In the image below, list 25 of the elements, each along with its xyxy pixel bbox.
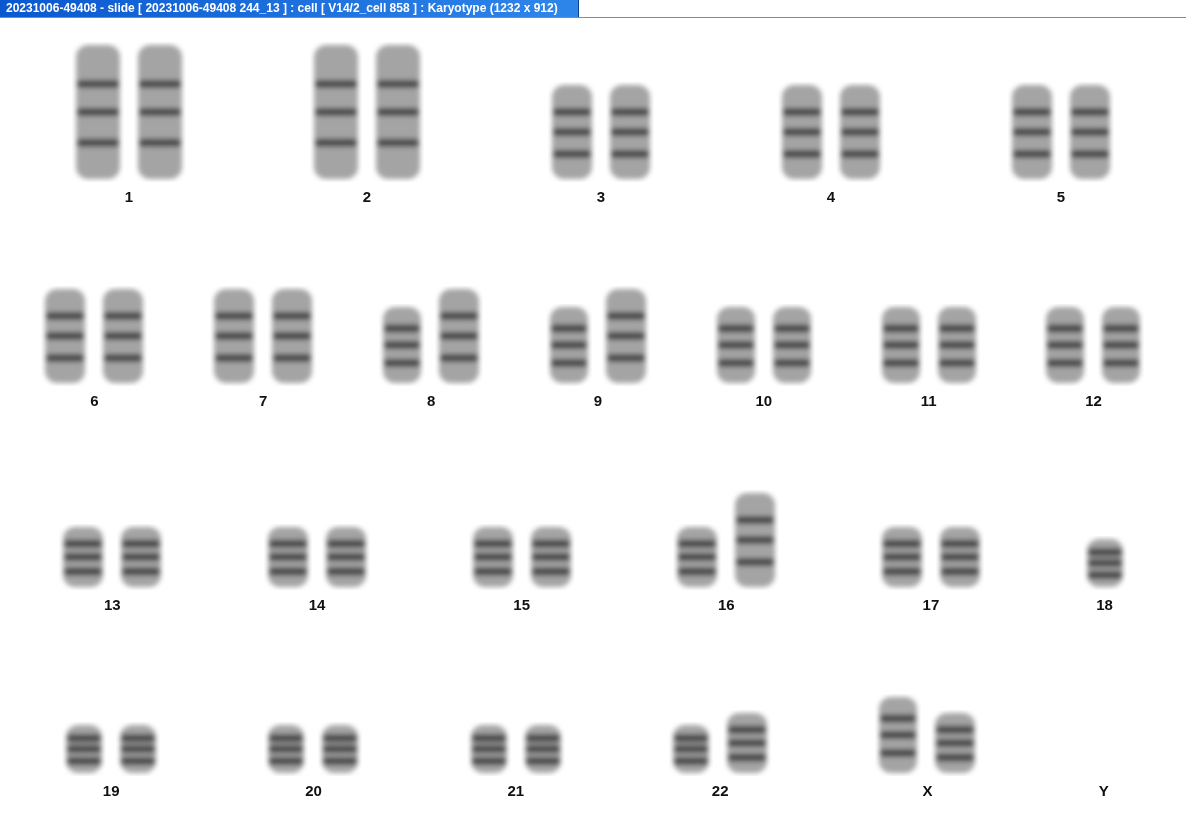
chromosome-number: 10 (755, 392, 773, 410)
chromosome-number: 12 (1085, 392, 1102, 410)
chromosome-number: 11 (920, 392, 937, 410)
chromosome-number: 17 (922, 596, 940, 614)
chromosome-number: 18 (1096, 596, 1113, 614)
chromosome-number: 1 (124, 188, 134, 206)
chromosome-number: 8 (426, 392, 436, 410)
chromosome-number: 21 (507, 782, 525, 800)
chromosome-number: 2 (362, 188, 372, 206)
chromosome-number: 6 (90, 392, 99, 410)
chromosome-number: 9 (593, 392, 603, 410)
chromosome-number: 3 (596, 188, 606, 206)
chromosome-number: 5 (1056, 188, 1066, 206)
chromosome-number: 22 (711, 782, 729, 800)
chromosome-number: 16 (717, 596, 735, 614)
chromosome-number: 19 (102, 782, 120, 800)
chromosome-number: X (922, 782, 933, 800)
chromosome-number: 13 (104, 596, 121, 614)
window-title: 20231006-49408 - slide [ 20231006-49408 244_13 ] : cell [ V14/2_cell 858 ] : Karyotype (1232 x 912) (0, 0, 579, 17)
chromosome-number: 15 (513, 596, 530, 614)
chromosome-number: Y (1098, 782, 1109, 800)
chromosome-number: 20 (305, 782, 322, 800)
chromosome-number: 14 (308, 596, 326, 614)
chromosome-number: 4 (826, 188, 836, 206)
chromosome-number: 7 (259, 392, 268, 410)
